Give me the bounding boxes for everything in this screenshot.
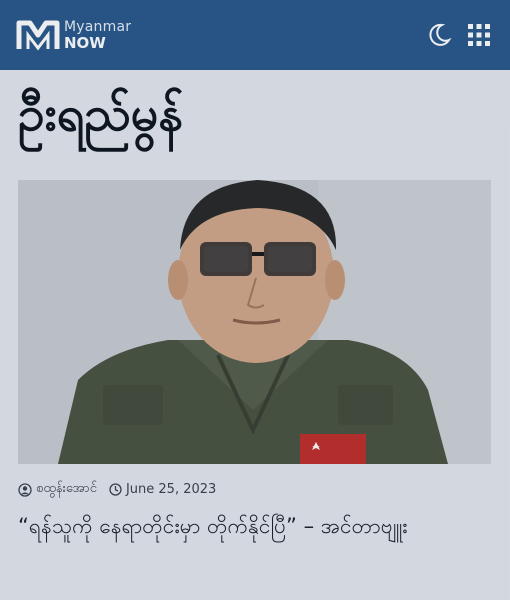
myanmar-now-logo-mark: [16, 18, 60, 52]
article-photo[interactable]: [18, 180, 491, 464]
moon-icon[interactable]: [426, 22, 452, 48]
grid-icon[interactable]: [468, 24, 490, 46]
user-icon: [18, 482, 32, 497]
page-title: ဦးရည်မွန်: [18, 86, 184, 142]
logo-line-2: NOW: [64, 33, 106, 52]
app-screen: Myanmar NOW ဦးရည်မွန် စထွန်းအောင် June 2…: [0, 0, 510, 600]
clock-icon: [109, 483, 122, 496]
logo-line-1: Myanmar: [64, 18, 132, 35]
top-navigation-bar: Myanmar NOW: [0, 0, 510, 71]
article-title-link[interactable]: “ရန်သူကို နေရာတိုင်းမှာ တိုက်နိုင်ပြီ” –…: [18, 510, 488, 543]
site-logo[interactable]: Myanmar NOW: [16, 14, 131, 56]
article-meta: စထွန်းအောင် June 25, 2023: [18, 480, 216, 499]
logo-wordmark: Myanmar NOW: [64, 20, 131, 51]
article-author[interactable]: စထွန်းအောင်: [36, 480, 97, 499]
article-date: June 25, 2023: [125, 482, 217, 497]
article-content: ဦးရည်မွန် စထွန်းအောင် June 25, 2023 “ရန်…: [0, 70, 510, 600]
